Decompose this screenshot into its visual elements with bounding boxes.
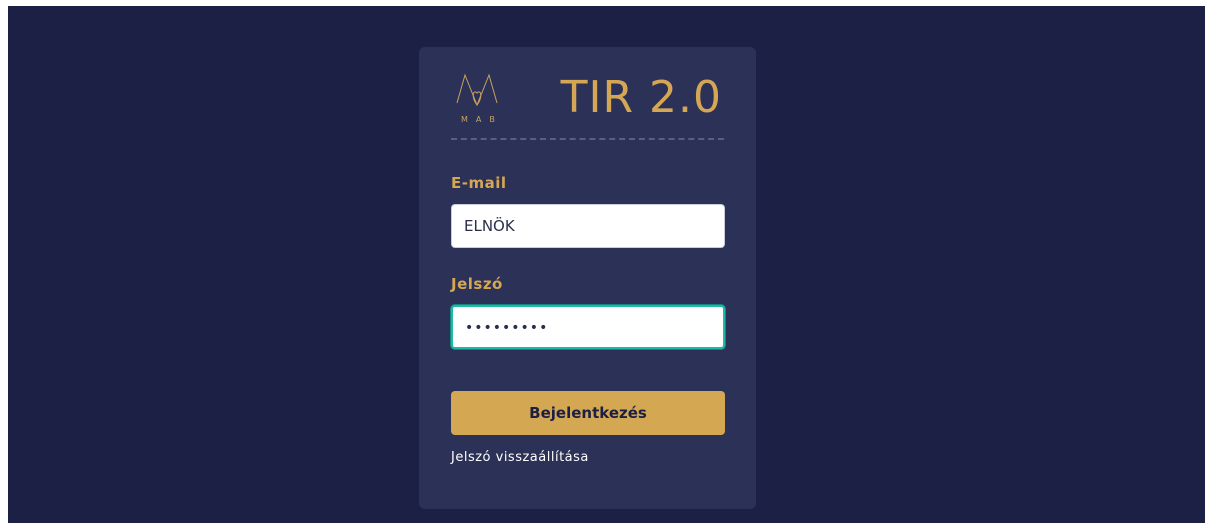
password-label: Jelszó [451, 275, 503, 293]
email-field[interactable]: ELNÖK [451, 204, 725, 248]
login-card: MAB TIR 2.0 E-mail ELNÖK Jelszó ••••••••… [419, 47, 756, 509]
login-screen: MAB TIR 2.0 E-mail ELNÖK Jelszó ••••••••… [8, 6, 1205, 523]
password-field[interactable]: ••••••••• [451, 305, 725, 349]
app-title: TIR 2.0 [560, 72, 722, 123]
card-header: MAB TIR 2.0 [451, 65, 724, 140]
email-label: E-mail [451, 174, 507, 192]
password-reset-link[interactable]: Jelszó visszaállítása [451, 450, 589, 465]
login-button[interactable]: Bejelentkezés [451, 391, 725, 435]
logo-text: MAB [461, 115, 503, 124]
